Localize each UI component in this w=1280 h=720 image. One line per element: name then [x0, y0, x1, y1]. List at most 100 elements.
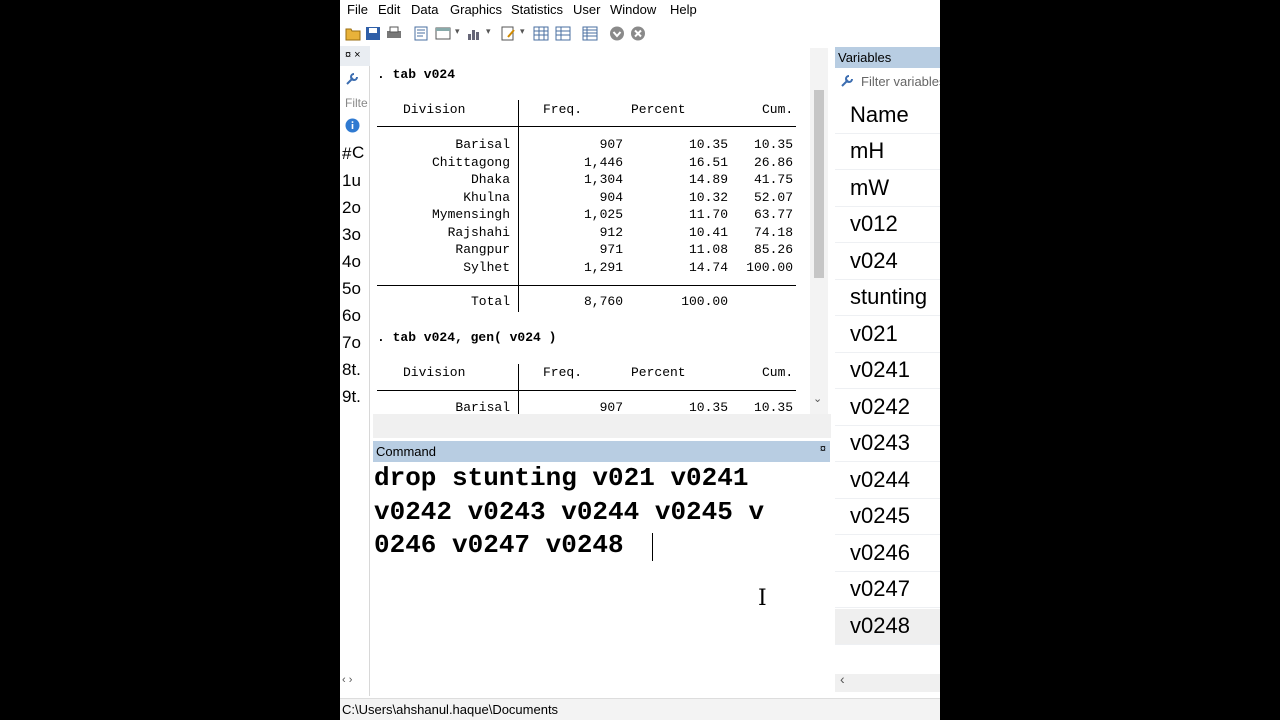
table-header-percent: Percent: [631, 102, 686, 117]
pin-close-icon[interactable]: ¤ ×: [345, 49, 361, 61]
menu-statistics[interactable]: Statistics: [511, 2, 563, 17]
variable-row[interactable]: mH: [835, 134, 940, 170]
variables-manager-icon[interactable]: [582, 26, 598, 41]
cell-percent: 10.35: [688, 400, 728, 414]
menu-graphics[interactable]: Graphics: [450, 2, 502, 17]
cell-percent: 10.41: [688, 224, 728, 240]
save-icon[interactable]: [365, 26, 381, 41]
variable-row[interactable]: v021: [835, 317, 940, 353]
menu-data[interactable]: Data: [411, 2, 438, 17]
data-editor-edit-icon[interactable]: [533, 26, 549, 41]
variable-name: v0244: [850, 466, 910, 492]
graph-icon[interactable]: [466, 26, 482, 41]
history-row[interactable]: 5o: [342, 279, 361, 299]
variable-row[interactable]: v024: [835, 244, 940, 280]
history-row[interactable]: 9t.: [342, 387, 361, 407]
history-row[interactable]: 6o: [342, 306, 361, 326]
cell-freq: 971: [599, 242, 623, 257]
scroll-left-icon[interactable]: ‹: [840, 671, 845, 687]
command-line: 0246 v0247 v0248: [374, 530, 624, 560]
status-bar: C:\Users\ahshanul.haque\Documents: [340, 698, 940, 720]
column-header-name[interactable]: Name: [835, 98, 940, 134]
table-header-cum: Cum.: [762, 102, 794, 117]
history-row[interactable]: 4o: [342, 252, 361, 272]
variable-row[interactable]: v012: [835, 207, 940, 243]
history-row[interactable]: 7o: [342, 333, 361, 353]
variable-row[interactable]: v0242: [835, 390, 940, 426]
variable-name: v012: [850, 211, 898, 236]
history-row[interactable]: 8t.: [342, 360, 361, 380]
history-panel: ¤ × Filte # C 1u 2o 3o 4o 5o 6o 7o 8t. 9…: [340, 46, 370, 696]
scroll-down-icon[interactable]: ⌄: [813, 392, 822, 405]
history-row[interactable]: 1u: [342, 171, 361, 191]
table-header-division: Division: [403, 365, 466, 380]
variable-row[interactable]: mW: [835, 171, 940, 207]
cell-percent: 16.51: [688, 154, 728, 170]
pane-splitter[interactable]: [373, 414, 831, 438]
command-input[interactable]: drop stunting v021 v0241 v0242 v0243 v02…: [373, 462, 830, 696]
variable-row[interactable]: v0247: [835, 572, 940, 608]
variables-hscrollbar[interactable]: ‹: [835, 671, 940, 692]
data-editor-browse-icon[interactable]: [555, 26, 571, 41]
cell-percent: 14.74: [688, 259, 728, 275]
text-caret: [652, 533, 653, 561]
do-file-editor-icon[interactable]: [500, 26, 516, 41]
menu-window[interactable]: Window: [610, 2, 656, 17]
cell-cum: 74.18: [753, 224, 793, 240]
dropdown-arrow-icon[interactable]: ▾: [520, 26, 525, 37]
cell-division: Rajshahi: [447, 224, 510, 240]
results-scrollbar[interactable]: ⌄: [810, 48, 828, 414]
cell-cum: 63.77: [753, 207, 793, 222]
table-header-cum: Cum.: [762, 365, 794, 380]
cell-division: Dhaka: [470, 172, 510, 187]
table-vertical-rule: [518, 286, 519, 312]
dropdown-arrow-icon[interactable]: ▾: [455, 26, 460, 37]
variable-row[interactable]: stunting: [835, 280, 940, 316]
more-icon[interactable]: [609, 26, 625, 41]
cell-division: Khulna: [463, 189, 510, 205]
cell-freq: 1,291: [583, 259, 623, 275]
history-header: ¤ ×: [340, 46, 370, 66]
scrollbar-thumb[interactable]: [814, 90, 824, 278]
variable-row[interactable]: v0243: [835, 426, 940, 462]
variable-row[interactable]: v0244: [835, 463, 940, 499]
break-icon[interactable]: [630, 26, 646, 41]
pin-icon[interactable]: ¤: [820, 443, 826, 455]
history-filter[interactable]: Filte: [345, 96, 368, 110]
filter-variables-placeholder[interactable]: Filter variables: [861, 74, 940, 89]
menu-file[interactable]: File: [347, 2, 368, 17]
menu-edit[interactable]: Edit: [378, 2, 400, 17]
history-row[interactable]: 2o: [342, 198, 361, 218]
menu-help[interactable]: Help: [670, 2, 697, 17]
variables-list: Name mH mW v012 v024 stunting v021 v0241…: [835, 98, 940, 692]
log-icon[interactable]: [413, 26, 429, 41]
table-header-freq: Freq.: [543, 365, 583, 380]
variable-name: v0242: [850, 393, 910, 419]
cell-cum: 41.75: [753, 172, 793, 187]
wrench-icon[interactable]: [840, 74, 854, 88]
table-header-freq: Freq.: [543, 102, 583, 117]
variable-row[interactable]: v0241: [835, 353, 940, 389]
wrench-icon[interactable]: [345, 72, 359, 86]
print-icon[interactable]: [386, 26, 402, 41]
cell-cum: 52.07: [753, 189, 793, 205]
variable-row-selected[interactable]: v0248: [835, 608, 940, 645]
variable-name: v0246: [850, 539, 910, 565]
toolbar: ▾ ▾ ▾: [340, 20, 940, 46]
history-row[interactable]: 3o: [342, 225, 361, 245]
cell-percent: 11.08: [688, 242, 728, 257]
cell-percent: 11.70: [688, 207, 728, 222]
variable-row[interactable]: v0245: [835, 499, 940, 535]
menu-user[interactable]: User: [573, 2, 600, 17]
open-folder-icon[interactable]: [345, 26, 361, 41]
variables-title: Variables: [838, 50, 892, 65]
variable-name: v024: [850, 247, 898, 273]
variables-filter[interactable]: Filter variables: [835, 70, 940, 94]
dropdown-arrow-icon[interactable]: ▾: [486, 26, 491, 37]
command-title: Command: [376, 444, 436, 459]
history-scroll-arrows[interactable]: ‹ ›: [342, 674, 352, 686]
variable-row[interactable]: v0246: [835, 536, 940, 572]
viewer-icon[interactable]: [435, 26, 451, 41]
table-rule: [377, 390, 796, 391]
variable-name: mH: [850, 138, 885, 163]
